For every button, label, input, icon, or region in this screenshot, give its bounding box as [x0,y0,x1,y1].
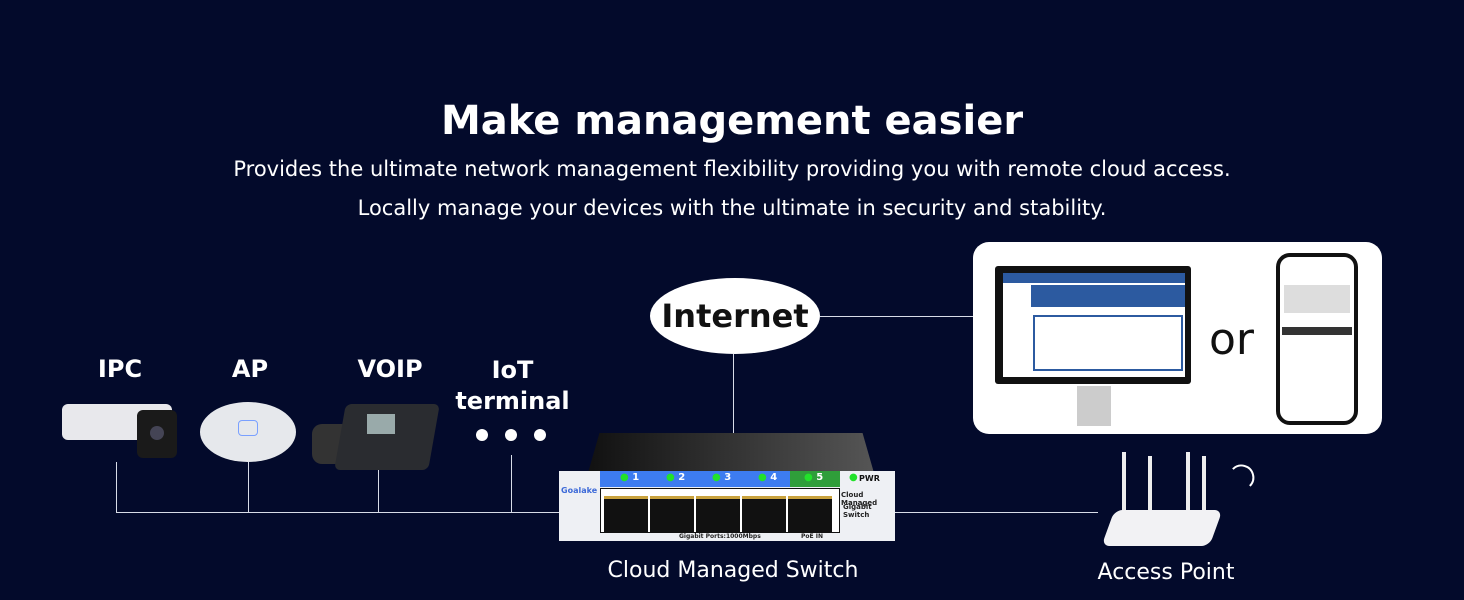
ipc-line [116,462,117,512]
management-panel: or [973,242,1382,434]
pwr-led: ● [849,472,858,483]
iot-label: IoT terminal [455,356,570,415]
iot-line [511,455,512,512]
ethernet-port[interactable] [650,496,694,532]
camera-icon [62,400,182,460]
or-text: or [1209,314,1255,365]
access-point-label: Access Point [1097,560,1235,585]
ethernet-port[interactable] [696,496,740,532]
ap-line [893,512,1098,513]
port-led-label: ● 1 [620,472,640,483]
pwr-label: PWR [859,474,880,483]
port-led-label: ● 5 [804,472,824,483]
page-title: Make management easier [440,98,1024,144]
ap-device-line [248,462,249,512]
ceiling-access-point-icon [200,402,296,462]
lan-line [116,512,562,513]
voip-label: VOIP [357,355,423,383]
switch-top [588,433,874,473]
wifi-router-icon [1101,452,1223,552]
ap-label: AP [231,355,269,383]
ports-text: Gigabit Ports:1000Mbps [679,533,761,540]
monitor-web-ui-icon [995,266,1191,426]
brand-logo: Goalake [561,486,598,495]
port-led-label: ● 3 [712,472,732,483]
ip-phone-icon [312,394,440,474]
poe-text: PoE IN [801,533,823,540]
internet-bubble: Internet [650,278,820,354]
model-text: Gigabit Switch [843,503,872,519]
wifi-signal-icon: ◠ [1218,451,1268,501]
smartphone-app-icon [1276,253,1358,425]
ellipsis-icon [476,429,488,441]
ellipsis-dot [505,429,517,441]
port-led-label: ● 2 [666,472,686,483]
ethernet-port[interactable] [604,496,648,532]
subtitle-line-2: Locally manage your devices with the ult… [357,196,1107,220]
ipc-label: IPC [97,355,143,383]
cloud-line [820,316,975,317]
switch-label: Cloud Managed Switch [607,558,859,583]
ethernet-port[interactable] [742,496,786,532]
ethernet-port[interactable] [788,496,832,532]
ellipsis-dot [534,429,546,441]
voip-line [378,470,379,512]
subtitle-line-1: Provides the ultimate network management… [233,157,1231,181]
port-led-label: ● 4 [758,472,778,483]
